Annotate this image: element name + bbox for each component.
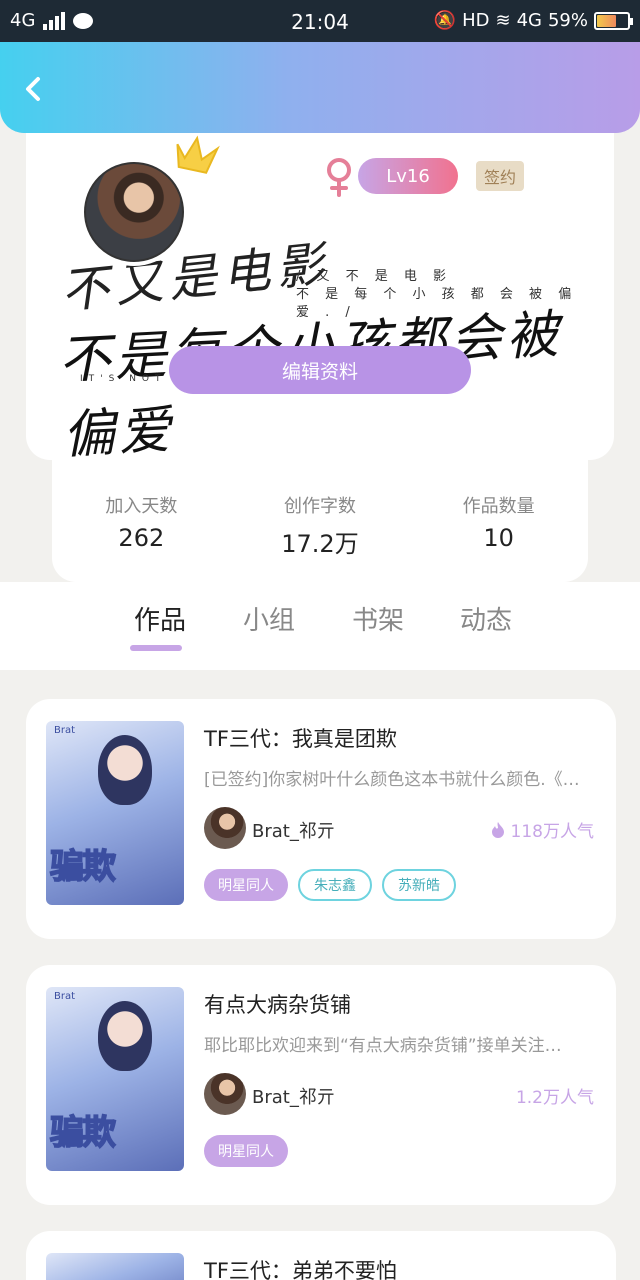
mute-icon: 🔕 xyxy=(433,10,457,31)
work-popularity: 1.2万人气 xyxy=(516,1083,594,1108)
header-bar xyxy=(0,42,640,133)
stat-join-days: 加入天数 262 xyxy=(76,492,206,582)
avatar-image xyxy=(84,162,184,262)
work-title[interactable]: TF三代：弟弟不要怕 xyxy=(204,1255,397,1280)
stat-value: 10 xyxy=(483,524,514,552)
stat-works-count: 作品数量 10 xyxy=(434,492,564,582)
popularity-text: 118万人气 xyxy=(510,822,594,842)
author-avatar[interactable] xyxy=(204,1073,246,1115)
chevron-left-icon xyxy=(26,77,40,101)
work-cover[interactable]: Brat 骗欺 xyxy=(46,987,184,1171)
battery-percent: 59% xyxy=(547,10,588,31)
flame-icon xyxy=(491,821,504,838)
work-popularity: 118万人气 xyxy=(491,817,594,842)
work-card[interactable]: Brat 骗欺 TF三代：我真是团欺 [已签约]你家树叶什么颜色这本书就什么颜色… xyxy=(26,699,616,939)
work-author-row: Brat_祁亓 1.2万人气 xyxy=(204,1073,594,1117)
status-right: 🔕 HD ≋ 4G 59% xyxy=(433,10,633,31)
stat-value: 262 xyxy=(118,524,165,552)
tag[interactable]: 苏新皓 xyxy=(382,869,456,901)
cover-title: 骗欺 xyxy=(49,1112,117,1154)
author-name[interactable]: Brat_祁亓 xyxy=(252,1083,335,1109)
wifi-icon: ≋ xyxy=(495,10,511,31)
level-badge: Lv16 xyxy=(358,158,458,194)
author-avatar[interactable] xyxy=(204,807,246,849)
popularity-text: 1.2万人气 xyxy=(515,1088,594,1108)
work-cover[interactable]: Brat 骗欺 xyxy=(46,721,184,905)
profile-tabs: 作品 小组 书架 动态 xyxy=(0,582,640,670)
work-title[interactable]: 有点大病杂货铺 xyxy=(204,989,351,1019)
work-description: 耶比耶比欢迎来到“有点大病杂货铺”接单关注… xyxy=(204,1036,562,1056)
active-tab-indicator xyxy=(130,645,182,651)
work-tags: 明星同人 xyxy=(204,1135,288,1167)
author-name[interactable]: Brat_祁亓 xyxy=(252,817,335,843)
work-description: [已签约]你家树叶什么颜色这本书就什么颜色.《李… xyxy=(204,770,594,790)
female-icon xyxy=(327,158,351,197)
work-title[interactable]: TF三代：我真是团欺 xyxy=(204,723,397,753)
work-card[interactable]: Brat 骗欺 有点大病杂货铺 耶比耶比欢迎来到“有点大病杂货铺”接单关注… B… xyxy=(26,965,616,1205)
cover-small-text: Brat xyxy=(54,991,76,1002)
stat-value: 17.2万 xyxy=(281,530,359,558)
stat-label: 作品数量 xyxy=(462,496,535,517)
tag[interactable]: 明星同人 xyxy=(204,869,288,901)
signed-badge: 签约 xyxy=(476,161,524,191)
tag[interactable]: 明星同人 xyxy=(204,1135,288,1167)
tag[interactable]: 朱志鑫 xyxy=(298,869,372,901)
work-cover[interactable] xyxy=(46,1253,184,1280)
work-tags: 明星同人 朱志鑫 苏新皓 xyxy=(204,869,456,901)
back-button[interactable] xyxy=(18,74,48,104)
crown-icon xyxy=(176,135,220,174)
work-author-row: Brat_祁亓 118万人气 xyxy=(204,807,594,851)
stat-label: 加入天数 xyxy=(105,496,178,517)
cover-figure xyxy=(98,1001,152,1071)
signature-small-1: / 又 不 是 电 影 xyxy=(296,269,453,284)
tab-bookshelf[interactable]: 书架 xyxy=(352,600,404,637)
status-bar: 4G 21:04 🔕 HD ≋ 4G 59% xyxy=(0,0,640,42)
tab-groups[interactable]: 小组 xyxy=(243,600,295,637)
cover-title: 骗欺 xyxy=(49,846,117,888)
cover-small-text: Brat xyxy=(54,725,76,736)
cover-figure xyxy=(98,735,152,805)
hd-label: HD xyxy=(462,10,490,31)
battery-icon xyxy=(594,11,633,30)
stat-label: 创作字数 xyxy=(283,496,356,517)
tab-works[interactable]: 作品 xyxy=(134,600,186,637)
network-right-label: 4G xyxy=(516,10,542,31)
stat-word-count: 创作字数 17.2万 xyxy=(255,492,385,582)
tab-activity[interactable]: 动态 xyxy=(460,600,512,637)
work-card[interactable]: TF三代：弟弟不要怕 xyxy=(26,1231,616,1280)
edit-profile-button[interactable]: 编辑资料 xyxy=(169,346,471,394)
